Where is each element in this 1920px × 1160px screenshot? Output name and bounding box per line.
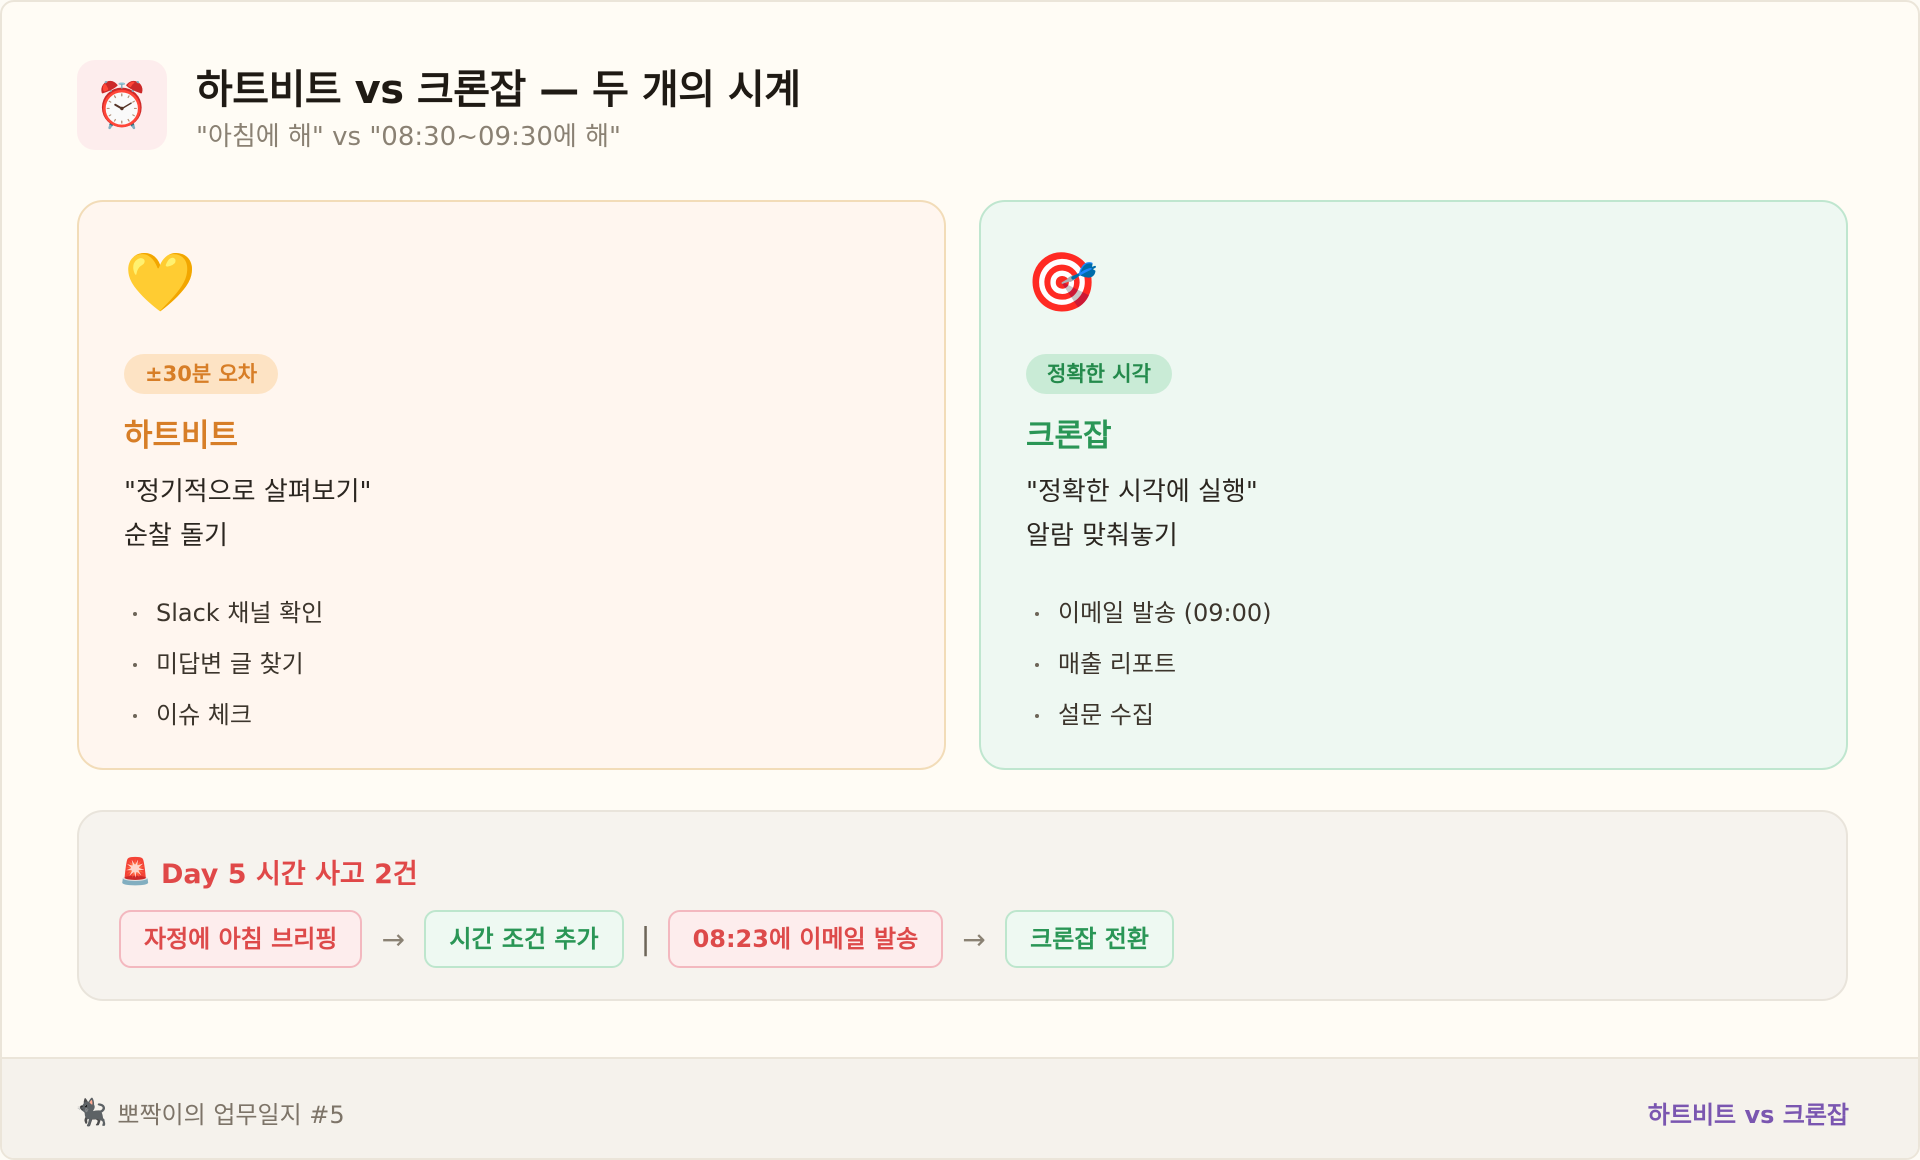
footer: 🐈‍⬛ 뽀짝이의 업무일지 #5 하트비트 vs 크론잡	[2, 1057, 1918, 1158]
yellow-heart-icon: 💛	[124, 248, 197, 316]
list-item: 매출 리포트	[1026, 639, 1801, 690]
list-item: 이메일 발송 (09:00)	[1026, 588, 1801, 639]
cron-desc: 알람 맞춰놓기	[1026, 521, 1178, 551]
list-item: 이슈 체크	[124, 690, 899, 741]
list-item: 미답변 글 찾기	[124, 639, 899, 690]
heartbeat-badge: ±30분 오차	[124, 354, 279, 394]
cron-badge: 정확한 시각	[1026, 354, 1172, 394]
incident-box: 🚨 Day 5 시간 사고 2건 자정에 아침 브리핑 → 시간 조건 추가 |…	[77, 810, 1848, 1001]
alarm-clock-icon: ⏰	[77, 60, 167, 150]
flow-step-add-time-condition: 시간 조건 추가	[424, 910, 624, 968]
header: ⏰ 하트비트 vs 크론잡 — 두 개의 시계 "아침에 해" vs "08:3…	[77, 60, 801, 154]
arrow-right-icon: →	[962, 922, 986, 956]
incident-flow: 자정에 아침 브리핑 → 시간 조건 추가 | 08:23에 이메일 발송 → …	[119, 910, 1174, 968]
cron-title: 크론잡	[1026, 418, 1112, 454]
siren-icon: 🚨	[119, 856, 152, 887]
heartbeat-desc: 순찰 돌기	[124, 521, 228, 551]
flow-step-switch-to-cron: 크론잡 전환	[1005, 910, 1174, 968]
page-subtitle: "아침에 해" vs "08:30~09:30에 해"	[196, 122, 621, 152]
heartbeat-quote: "정기적으로 살펴보기"	[124, 477, 372, 507]
cron-quote: "정확한 시각에 실행"	[1026, 477, 1258, 507]
flow-step-midnight-briefing: 자정에 아침 브리핑	[119, 910, 363, 968]
flow-divider: |	[640, 921, 651, 957]
cron-card: 🎯 정확한 시각 크론잡 "정확한 시각에 실행" 알람 맞춰놓기 이메일 발송…	[979, 200, 1848, 770]
target-dart-icon: 🎯	[1026, 248, 1099, 316]
list-item: Slack 채널 확인	[124, 588, 899, 639]
header-text: 하트비트 vs 크론잡 — 두 개의 시계 "아침에 해" vs "08:30~…	[196, 64, 801, 154]
incident-header: 🚨 Day 5 시간 사고 2건	[119, 852, 418, 891]
footer-journal-label: 뽀짝이의 업무일지 #5	[117, 1101, 345, 1129]
footer-left: 🐈‍⬛ 뽀짝이의 업무일지 #5	[75, 1095, 345, 1130]
arrow-right-icon: →	[381, 922, 406, 956]
incident-title: Day 5 시간 사고 2건	[161, 859, 418, 890]
flow-step-email-0823: 08:23에 이메일 발송	[667, 910, 944, 968]
heartbeat-title: 하트비트	[124, 418, 239, 454]
page-title: 하트비트 vs 크론잡 — 두 개의 시계	[196, 67, 801, 113]
footer-topic-label: 하트비트 vs 크론잡	[1647, 1101, 1849, 1129]
heartbeat-bullet-list: Slack 채널 확인 미답변 글 찾기 이슈 체크	[124, 588, 899, 741]
slide-frame: ⏰ 하트비트 vs 크론잡 — 두 개의 시계 "아침에 해" vs "08:3…	[0, 0, 1920, 1160]
black-cat-icon: 🐈‍⬛	[75, 1097, 108, 1128]
cron-bullet-list: 이메일 발송 (09:00) 매출 리포트 설문 수집	[1026, 588, 1801, 741]
heartbeat-card: 💛 ±30분 오차 하트비트 "정기적으로 살펴보기" 순찰 돌기 Slack …	[77, 200, 946, 770]
list-item: 설문 수집	[1026, 690, 1801, 741]
